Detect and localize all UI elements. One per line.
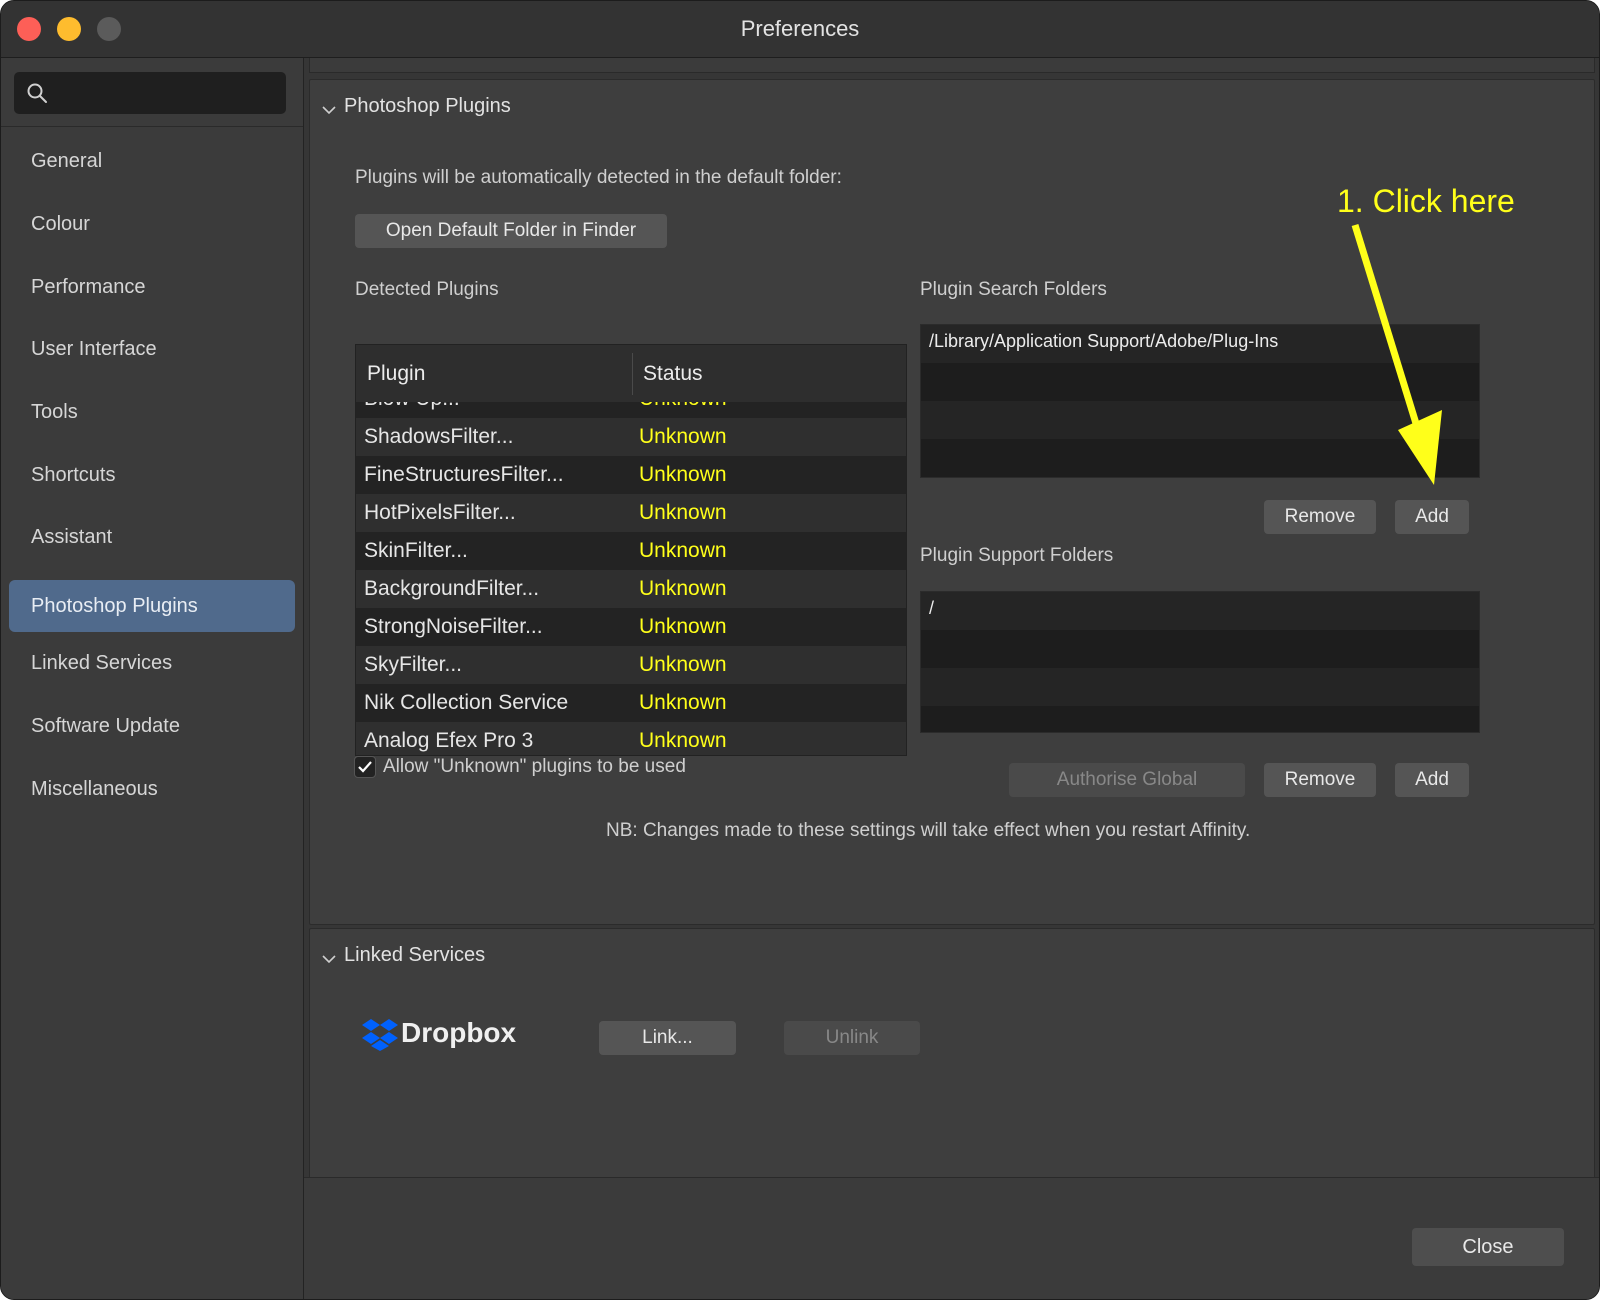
sidebar-item-linked-services[interactable]: Linked Services <box>9 638 295 688</box>
plugin-status: Unknown <box>639 539 727 562</box>
preferences-window: Preferences General Colour Performance U… <box>0 0 1600 1300</box>
sidebar-item-assistant[interactable]: Assistant <box>9 512 295 562</box>
table-row[interactable]: Nik Collection Service Unknown <box>356 684 906 722</box>
plugin-status: Unknown <box>639 577 727 600</box>
table-row[interactable]: HotPixelsFilter... Unknown <box>356 494 906 532</box>
chevron-down-icon[interactable] <box>322 952 336 966</box>
annotation-arrow-icon <box>1351 223 1442 485</box>
sidebar: General Colour Performance User Interfac… <box>1 58 304 1299</box>
close-button[interactable]: Close <box>1412 1228 1564 1266</box>
sidebar-item-user-interface[interactable]: User Interface <box>9 324 295 374</box>
plugin-name: Blow Up... <box>364 402 460 418</box>
plugin-support-folders-list: / <box>920 591 1480 733</box>
plugin-status: Unknown <box>639 615 727 638</box>
plugin-name: SkyFilter... <box>364 653 463 676</box>
checkmark-icon <box>358 761 372 773</box>
default-folder-text: Plugins will be automatically detected i… <box>355 167 842 188</box>
search-field[interactable] <box>14 72 286 114</box>
table-row[interactable]: StrongNoiseFilter... Unknown <box>356 608 906 646</box>
list-item[interactable]: / <box>921 592 1479 630</box>
restart-note: NB: Changes made to these settings will … <box>606 820 1251 841</box>
sidebar-divider <box>1 126 303 127</box>
plugin-status: Unknown <box>639 463 727 486</box>
title-bar: Preferences <box>1 1 1599 58</box>
dropbox-logo-icon <box>362 1019 398 1051</box>
sidebar-item-shortcuts[interactable]: Shortcuts <box>9 450 295 500</box>
open-default-folder-button[interactable]: Open Default Folder in Finder <box>355 214 667 248</box>
plugin-support-folders-label: Plugin Support Folders <box>920 545 1114 566</box>
sidebar-item-general[interactable]: General <box>9 136 295 186</box>
plugin-name: SkinFilter... <box>364 539 468 562</box>
plugin-name: ShadowsFilter... <box>364 425 514 448</box>
folder-path: /Library/Application Support/Adobe/Plug-… <box>929 331 1279 351</box>
support-folders-add-button[interactable]: Add <box>1395 763 1469 797</box>
column-header-status[interactable]: Status <box>643 345 703 402</box>
list-item <box>921 630 1479 668</box>
dropbox-service-name: Dropbox <box>401 1017 517 1048</box>
plugin-status: Unknown <box>639 653 727 676</box>
sidebar-item-software-update[interactable]: Software Update <box>9 701 295 751</box>
plugin-name: BackgroundFilter... <box>364 577 540 600</box>
authorise-global-button[interactable]: Authorise Global <box>1009 763 1245 797</box>
search-folders-add-button[interactable]: Add <box>1395 500 1469 534</box>
plugin-name: HotPixelsFilter... <box>364 501 516 524</box>
previous-panel-edge <box>309 58 1595 73</box>
table-row[interactable]: Analog Efex Pro 3 Unknown <box>356 722 906 755</box>
sidebar-item-colour[interactable]: Colour <box>9 199 295 249</box>
plugin-status: Unknown <box>639 729 727 752</box>
section-title-photoshop-plugins: Photoshop Plugins <box>344 95 511 117</box>
column-header-plugin[interactable]: Plugin <box>367 345 425 402</box>
detected-plugins-table: Plugin Status Blow Up... Unknown Shadows… <box>355 344 907 756</box>
table-row[interactable]: BackgroundFilter... Unknown <box>356 570 906 608</box>
window-title: Preferences <box>740 16 860 41</box>
plugin-status: Unknown <box>639 501 727 524</box>
plugin-name: FineStructuresFilter... <box>364 463 564 486</box>
plugin-status: Unknown <box>639 425 727 448</box>
plugin-name: StrongNoiseFilter... <box>364 615 543 638</box>
dialog-footer: Close <box>304 1177 1599 1299</box>
photoshop-plugins-panel: Photoshop Plugins Plugins will be automa… <box>309 79 1595 925</box>
table-row[interactable]: FineStructuresFilter... Unknown <box>356 456 906 494</box>
column-divider <box>632 353 633 395</box>
support-folders-remove-button[interactable]: Remove <box>1264 763 1376 797</box>
preferences-content: Photoshop Plugins Plugins will be automa… <box>304 58 1599 1299</box>
plugin-name: Nik Collection Service <box>364 691 569 714</box>
allow-unknown-label[interactable]: Allow "Unknown" plugins to be used <box>383 756 686 778</box>
section-title-linked-services: Linked Services <box>344 944 486 966</box>
sidebar-item-performance[interactable]: Performance <box>9 262 295 312</box>
plugin-status: Unknown <box>639 402 727 418</box>
list-item <box>921 706 1479 732</box>
table-row[interactable]: SkinFilter... Unknown <box>356 532 906 570</box>
sidebar-item-tools[interactable]: Tools <box>9 387 295 437</box>
search-icon <box>27 83 47 103</box>
detected-plugins-label: Detected Plugins <box>355 279 499 300</box>
plugin-name: Analog Efex Pro 3 <box>364 729 534 752</box>
plugin-search-folders-label: Plugin Search Folders <box>920 279 1107 300</box>
annotation-callout: 1. Click here <box>1337 183 1515 219</box>
table-row[interactable]: Blow Up... Unknown <box>356 402 906 418</box>
link-button[interactable]: Link... <box>599 1021 736 1055</box>
list-item <box>921 668 1479 706</box>
allow-unknown-checkbox[interactable] <box>354 756 376 778</box>
search-folders-remove-button[interactable]: Remove <box>1264 500 1376 534</box>
table-header: Plugin Status <box>356 345 906 403</box>
sidebar-item-photoshop-plugins[interactable]: Photoshop Plugins <box>9 580 295 632</box>
chevron-down-icon[interactable] <box>322 103 336 117</box>
table-row[interactable]: SkyFilter... Unknown <box>356 646 906 684</box>
plugin-status: Unknown <box>639 691 727 714</box>
table-row[interactable]: ShadowsFilter... Unknown <box>356 418 906 456</box>
sidebar-item-miscellaneous[interactable]: Miscellaneous <box>9 764 295 814</box>
table-body: Blow Up... Unknown ShadowsFilter... Unkn… <box>356 402 906 755</box>
folder-path: / <box>929 598 935 618</box>
unlink-button[interactable]: Unlink <box>784 1021 920 1055</box>
